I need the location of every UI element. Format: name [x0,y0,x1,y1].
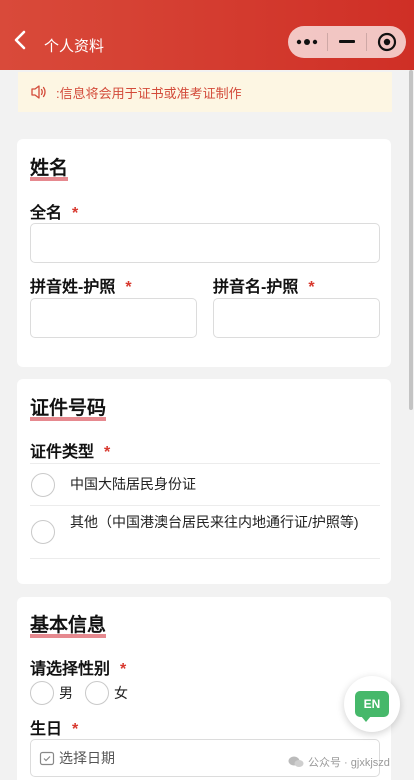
speaker-icon [31,85,46,99]
pinyin-given-name-input[interactable] [213,298,380,338]
birthday-label: 生日 * [30,721,79,738]
pinyin-surname-input[interactable] [30,298,197,338]
nav-bar: 个人资料 [0,0,414,70]
back-arrow-icon[interactable] [12,28,32,52]
radio-button[interactable] [30,681,54,705]
id-option-other[interactable]: 其他（中国港澳台居民来往内地通行证/护照等) [30,505,380,559]
wechat-icon [288,756,304,767]
id-option-mainland[interactable]: 中国大陆居民身份证 [30,463,380,505]
more-dots-icon [297,39,318,45]
id-type-label: 证件类型 * [30,444,111,461]
radio-button[interactable] [31,473,55,497]
pinyin-surname-label: 拼音姓-护照 * [30,279,132,296]
notice-text: :信息将会用于证书或准考证制作 [56,85,242,101]
gender-option-male[interactable]: 男 [30,681,73,705]
section-title-name: 姓名 [30,158,69,181]
gender-label: 请选择性别 * [30,661,127,678]
full-name-input[interactable] [30,223,380,263]
section-title-id: 证件号码 [30,398,107,421]
minimize-button[interactable] [328,26,367,58]
minimize-icon [339,40,355,43]
page-title: 个人资料 [44,38,105,55]
radio-button[interactable] [31,520,55,544]
chat-bubble-icon: EN [355,691,389,722]
more-options-button[interactable] [288,26,327,58]
language-label: EN [363,697,381,711]
close-target-icon [377,32,396,52]
pinyin-given-name-label: 拼音名-护照 * [213,279,315,296]
full-name-label: 全名 * [30,205,79,222]
id-card: 证件号码 证件类型 * 中国大陆居民身份证 其他（中国港澳台居民来往内地通行证/护… [17,379,391,584]
gender-option-female[interactable]: 女 [85,681,128,705]
basic-info-card: 基本信息 请选择性别 * 男 女 生日 * 选择日期 [17,597,391,780]
language-switch-button[interactable]: EN [344,676,400,732]
radio-button[interactable] [85,681,109,705]
calendar-check-icon [39,751,55,766]
name-card: 姓名 全名 * 拼音姓-护照 * 拼音名-护照 * [17,139,391,367]
notice-bar: :信息将会用于证书或准考证制作 [18,72,392,112]
section-title-basic-info: 基本信息 [30,615,107,638]
scrollbar[interactable] [409,70,413,410]
close-mini-program-button[interactable] [367,26,406,58]
mini-program-capsule [288,26,406,58]
watermark: 公众号 · gjxkjszd [288,754,390,770]
